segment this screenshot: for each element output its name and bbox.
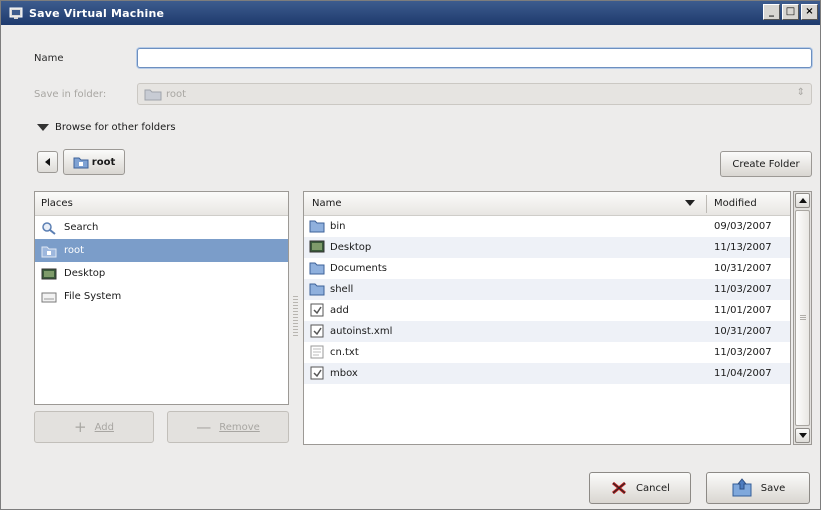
save-in-folder-label: Save in folder: [34,89,107,100]
file-modified: 11/03/2007 [714,347,772,358]
file-name: autoinst.xml [330,326,393,337]
file-row[interactable]: shell 11/03/2007 [304,279,790,300]
save-vm-dialog: Save Virtual Machine _ □ × Name Save in … [0,0,821,510]
path-back-button[interactable] [37,151,58,173]
folder-icon [144,89,162,101]
save-in-folder-value: root [166,88,187,100]
file-row[interactable]: Documents 10/31/2007 [304,258,790,279]
place-label: File System [64,291,122,302]
file-row[interactable]: Desktop 11/13/2007 [304,237,790,258]
save-label: Save [760,482,786,494]
plus-icon: + [74,418,87,436]
text-file-icon [310,345,324,359]
add-place-button[interactable]: + Add [34,411,154,443]
path-root-label: root [91,156,116,168]
pane-resize-handle[interactable] [293,296,298,336]
desktop-icon [309,240,325,253]
up-arrow-icon [799,198,807,203]
place-item-desktop[interactable]: Desktop [35,262,288,285]
file-name: shell [330,284,354,295]
place-label: Desktop [64,268,106,279]
file-list-scrollbar[interactable] [793,191,812,445]
cancel-button[interactable]: Cancel [589,472,691,504]
place-item-search[interactable]: Search [35,216,288,239]
path-root-button[interactable]: root [63,149,125,175]
places-header-label: Places [41,198,73,209]
folder-icon [309,283,325,296]
close-button[interactable]: × [801,4,818,20]
app-icon [9,7,23,19]
script-file-icon [310,324,324,338]
save-button[interactable]: Save [706,472,810,504]
file-list: Name Modified bin 09/03/2007 Desktop 11/… [303,191,791,445]
title-bar[interactable]: Save Virtual Machine _ □ × [1,1,820,25]
file-row[interactable]: cn.txt 11/03/2007 [304,342,790,363]
file-row[interactable]: autoinst.xml 10/31/2007 [304,321,790,342]
file-name: bin [330,221,346,232]
file-modified: 09/03/2007 [714,221,772,232]
place-label: Search [64,222,99,233]
place-label: root [64,245,85,256]
file-modified: 11/13/2007 [714,242,772,253]
save-in-folder-combo[interactable]: root ⇕ [137,83,812,105]
places-header[interactable]: Places [35,192,288,216]
place-item-root[interactable]: root [35,239,288,262]
file-modified: 11/04/2007 [714,368,772,379]
column-header-name[interactable]: Name [312,198,342,209]
folder-icon [309,220,325,233]
file-modified: 10/31/2007 [714,326,772,337]
expander-arrow-icon [37,124,49,131]
remove-place-label: Remove [219,421,260,433]
add-place-label: Add [94,421,114,433]
script-file-icon [310,366,324,380]
file-modified: 10/31/2007 [714,263,772,274]
search-icon [42,221,56,235]
file-list-header: Name Modified [304,192,790,216]
column-header-modified[interactable]: Modified [714,198,757,209]
desktop-icon [41,268,57,279]
minimize-button[interactable]: _ [763,4,780,20]
sort-descending-icon [685,200,695,206]
file-row[interactable]: add 11/01/2007 [304,300,790,321]
left-arrow-icon [45,158,50,166]
file-name: mbox [330,368,358,379]
home-folder-icon [41,246,57,257]
maximize-button[interactable]: □ [782,4,799,20]
browse-expander[interactable]: Browse for other folders [37,122,176,133]
file-modified: 11/03/2007 [714,284,772,295]
file-row[interactable]: bin 09/03/2007 [304,216,790,237]
create-folder-button[interactable]: Create Folder [720,151,812,177]
name-label: Name [34,53,64,64]
file-row[interactable]: mbox 11/04/2007 [304,363,790,384]
file-modified: 11/01/2007 [714,305,772,316]
window-controls: _ □ × [763,4,818,20]
name-field[interactable] [137,48,812,68]
combo-arrows-icon: ⇕ [796,87,805,98]
cancel-label: Cancel [636,482,670,494]
cancel-icon [612,481,627,495]
window-title: Save Virtual Machine [29,6,165,20]
drive-icon [41,292,57,302]
scroll-up-button[interactable] [795,193,810,208]
save-icon [732,478,752,497]
file-name: Desktop [330,242,372,253]
folder-icon [309,262,325,275]
down-arrow-icon [799,433,807,438]
file-name: cn.txt [330,347,359,358]
remove-place-button[interactable]: — Remove [167,411,289,443]
file-name: Documents [330,263,388,274]
scroll-down-button[interactable] [795,428,810,443]
script-file-icon [310,303,324,317]
browse-expander-label: Browse for other folders [55,122,176,133]
scrollbar-thumb[interactable] [795,210,810,426]
places-panel: Places Search root Desktop File System [34,191,289,405]
file-name: add [330,305,349,316]
minus-icon: — [196,418,212,436]
home-folder-icon [73,157,89,169]
place-item-file-system[interactable]: File System [35,285,288,308]
